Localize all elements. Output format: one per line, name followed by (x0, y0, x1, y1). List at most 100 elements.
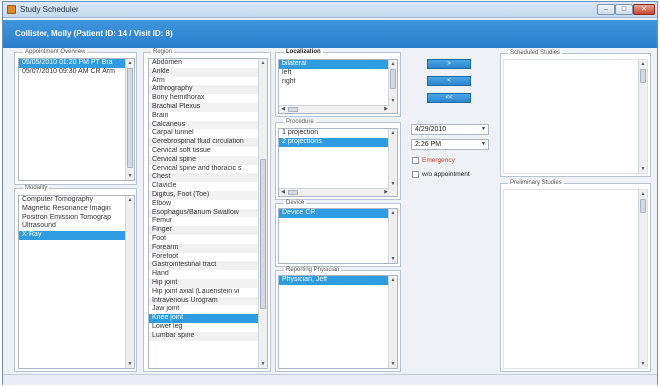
region-scrollbar[interactable]: ▲ ▼ (258, 59, 267, 368)
time-picker[interactable]: 2:26 PM ▼ (411, 139, 489, 150)
region-item[interactable]: Carpal tunnel (149, 129, 258, 138)
close-button[interactable]: ✕ (633, 4, 655, 15)
scroll-left-icon[interactable]: ◀ (279, 189, 287, 196)
scroll-thumb[interactable] (127, 68, 133, 168)
procedure-list[interactable]: 1 projection 2 projections ▲ ▼ ◀ ▶ (278, 128, 398, 197)
region-item[interactable]: Esophagus/Barium Swallow (149, 208, 258, 218)
scroll-up-icon[interactable]: ▲ (639, 190, 647, 198)
reporting-physician-list[interactable]: Physician, Jeff ▲ ▼ (278, 275, 398, 369)
region-item[interactable]: Forefoot (149, 253, 258, 262)
region-item[interactable]: Lower leg (149, 323, 258, 332)
no-appointment-checkbox-row[interactable]: w/o appointment (412, 170, 470, 179)
scroll-left-icon[interactable]: ◀ (279, 106, 287, 113)
scroll-up-icon[interactable]: ▲ (126, 59, 134, 67)
scroll-right-icon[interactable]: ▶ (382, 106, 390, 113)
region-item[interactable]: Calcaneus (149, 120, 258, 130)
region-item[interactable]: Cervical soft tissue (149, 147, 258, 156)
maximize-button[interactable]: □ (615, 4, 633, 15)
add-study-button[interactable]: > (427, 59, 471, 69)
region-item[interactable]: Hand (149, 270, 258, 279)
minimize-button[interactable]: – (597, 4, 615, 15)
appointment-item[interactable]: 05/07/2010 09:30 AM CR Arm (19, 68, 125, 77)
modality-item[interactable]: Computer Tomography (19, 196, 125, 205)
preliminary-scrollbar[interactable]: ▲ ▼ (638, 190, 647, 368)
procedure-scrollbar[interactable]: ▲ ▼ (388, 129, 397, 196)
scroll-down-icon[interactable]: ▼ (126, 172, 134, 180)
scroll-thumb[interactable] (288, 190, 298, 195)
scroll-thumb[interactable] (260, 159, 266, 309)
scroll-down-icon[interactable]: ▼ (639, 360, 647, 368)
region-item[interactable]: Bony hemithorax (149, 94, 258, 103)
scroll-thumb[interactable] (640, 199, 646, 213)
region-list[interactable]: Abdomen Ankle Arm Arthrography Bony hemithor… (148, 58, 268, 369)
scheduled-studies-list[interactable]: ▲ ▼ (503, 59, 648, 174)
modality-item[interactable]: Positron Emission Tomograp (19, 214, 125, 223)
localization-item[interactable]: bilateral (279, 60, 388, 69)
modality-item[interactable]: X-Ray (19, 231, 125, 240)
chevron-down-icon[interactable]: ▼ (481, 140, 486, 149)
device-list[interactable]: Device CR ▲ ▼ (278, 208, 398, 264)
localization-item[interactable]: left (279, 69, 388, 78)
scroll-up-icon[interactable]: ▲ (389, 60, 397, 68)
region-item[interactable]: Intravenous Urogram (149, 296, 258, 306)
region-item[interactable]: Cerebrospinal fluid circulation (149, 138, 258, 147)
region-item[interactable]: Finger (149, 226, 258, 235)
region-item[interactable]: Forearm (149, 243, 258, 253)
scroll-down-icon[interactable]: ▼ (389, 255, 397, 263)
scroll-up-icon[interactable]: ▲ (389, 129, 397, 137)
modality-item[interactable]: Ultrasound (19, 222, 125, 231)
localization-list[interactable]: bilateral left right ▲ ▼ ◀ ▶ (278, 59, 398, 114)
remove-study-button[interactable]: < (427, 76, 471, 86)
device-item[interactable]: Device CR (279, 209, 388, 218)
scroll-up-icon[interactable]: ▲ (259, 59, 267, 67)
region-item[interactable]: Foot (149, 235, 258, 244)
procedure-item[interactable]: 2 projections (279, 137, 388, 147)
region-item[interactable]: Femur (149, 217, 258, 226)
procedure-hscrollbar[interactable]: ◀ ▶ (279, 188, 390, 196)
device-scrollbar[interactable]: ▲ ▼ (388, 209, 397, 263)
modality-scrollbar[interactable]: ▲ ▼ (125, 196, 134, 368)
region-item[interactable]: Arm (149, 77, 258, 86)
scroll-up-icon[interactable]: ▲ (639, 60, 647, 68)
modality-list[interactable]: Computer Tomography Magnetic Resonance Im… (18, 195, 135, 369)
scroll-up-icon[interactable]: ▲ (126, 196, 134, 204)
region-item[interactable]: Gastrointestinal tract (149, 261, 258, 271)
region-item[interactable]: Jaw joint (149, 305, 258, 314)
appointment-item[interactable]: 05/05/2010 01:20 PM PT Bra (19, 59, 125, 68)
region-item[interactable]: Hip joint axial (Lauenstein vi (149, 288, 258, 297)
scroll-down-icon[interactable]: ▼ (389, 97, 397, 105)
date-picker[interactable]: 4/29/2010 ▼ (411, 124, 489, 135)
scroll-thumb[interactable] (390, 69, 396, 89)
emergency-checkbox[interactable] (412, 156, 419, 164)
procedure-item[interactable]: 1 projection (279, 129, 388, 138)
chevron-down-icon[interactable]: ▼ (481, 125, 486, 134)
region-item[interactable]: Ankle (149, 67, 258, 77)
physician-item[interactable]: Physician, Jeff (279, 276, 388, 285)
region-item[interactable]: Abdomen (149, 59, 258, 68)
region-item[interactable]: Hip joint (149, 278, 258, 288)
region-item[interactable]: Cervical spine (149, 155, 258, 165)
scroll-down-icon[interactable]: ▼ (389, 180, 397, 188)
scroll-down-icon[interactable]: ▼ (126, 360, 134, 368)
scheduled-scrollbar[interactable]: ▲ ▼ (638, 60, 647, 173)
localization-item[interactable]: right (279, 78, 388, 87)
scroll-down-icon[interactable]: ▼ (639, 165, 647, 173)
remove-all-studies-button[interactable]: << (427, 93, 471, 103)
scroll-down-icon[interactable]: ▼ (259, 360, 267, 368)
appointment-list[interactable]: 05/05/2010 01:20 PM PT Bra 05/07/2010 09:… (18, 58, 135, 181)
region-item[interactable]: Chest (149, 173, 258, 183)
region-item[interactable]: Brachial Plexus (149, 102, 258, 112)
emergency-checkbox-row[interactable]: Emergency (412, 156, 455, 165)
title-bar[interactable]: Study Scheduler – □ ✕ (3, 2, 657, 18)
region-item[interactable]: Cervical spine and thoracic s (149, 165, 258, 174)
localization-hscrollbar[interactable]: ◀ ▶ (279, 105, 390, 113)
scroll-up-icon[interactable]: ▲ (389, 209, 397, 217)
physician-scrollbar[interactable]: ▲ ▼ (388, 276, 397, 368)
preliminary-studies-list[interactable]: ▲ ▼ (503, 189, 648, 369)
modality-item[interactable]: Magnetic Resonance Imagin (19, 205, 125, 214)
region-item[interactable]: Knee joint (149, 314, 258, 323)
scroll-down-icon[interactable]: ▼ (389, 360, 397, 368)
no-appointment-checkbox[interactable] (412, 170, 419, 178)
region-item[interactable]: Elbow (149, 200, 258, 209)
region-item[interactable]: Digitus, Foot (Toe) (149, 190, 258, 200)
